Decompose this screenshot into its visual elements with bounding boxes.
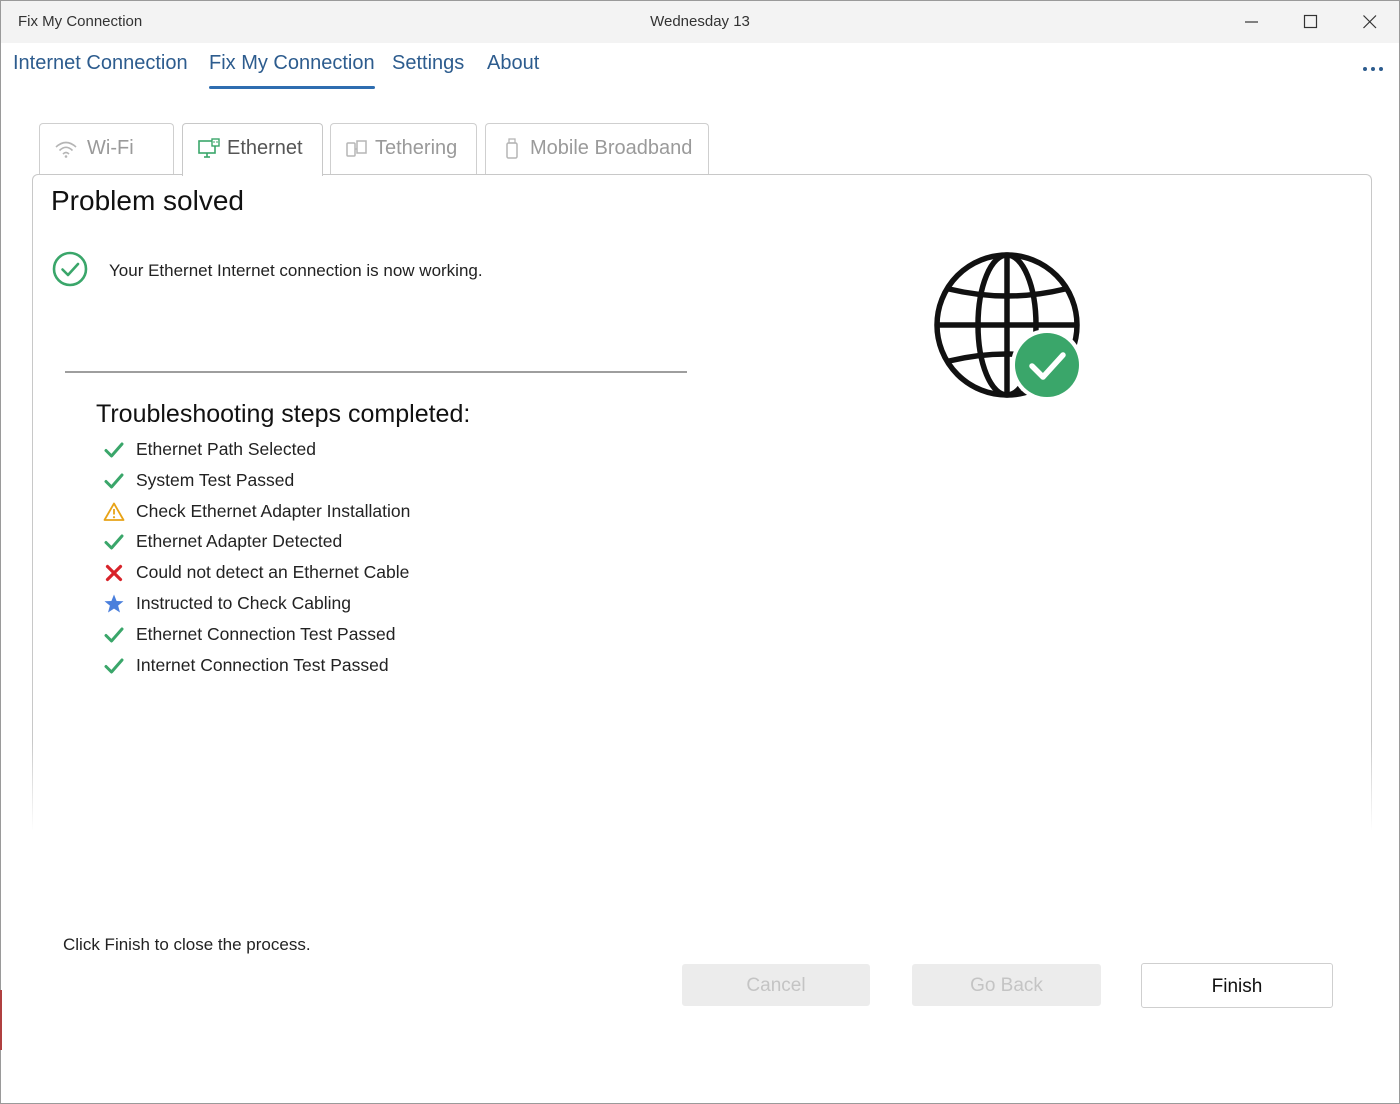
step-label: Ethernet Adapter Detected [136,531,343,552]
close-button[interactable] [1341,1,1399,43]
main-nav: Internet Connection Fix My Connection Se… [1,43,1399,103]
check-icon [104,658,124,674]
ethernet-icon [197,138,221,166]
finish-button[interactable]: Finish [1141,963,1333,1008]
step-label: Internet Connection Test Passed [136,654,389,675]
step-label: Check Ethernet Adapter Installation [136,500,411,521]
panel-title: Problem solved [51,185,244,216]
check-icon [104,627,124,643]
divider [65,371,687,373]
more-options-button[interactable] [1357,59,1393,79]
tab-tethering[interactable]: Tethering [330,123,477,175]
tab-label: Tethering [375,137,458,159]
step-label: System Test Passed [136,469,295,490]
close-icon [1363,15,1377,29]
check-icon [104,442,124,458]
step-label: Ethernet Connection Test Passed [136,623,396,644]
nav-fix-my-connection[interactable]: Fix My Connection [209,52,375,89]
tab-label: Ethernet [227,137,303,159]
go-back-button[interactable]: Go Back [912,964,1101,1006]
nav-settings[interactable]: Settings [392,52,464,75]
app-window: Fix My Connection Wednesday 13 Internet … [0,0,1400,1104]
maximize-button[interactable] [1282,1,1340,43]
nav-internet-connection[interactable]: Internet Connection [13,52,188,75]
more-dot [1371,67,1375,71]
success-check-icon [52,251,88,287]
window-center-title: Wednesday 13 [650,13,750,30]
mobile-broadband-icon [500,138,524,166]
minimize-button[interactable] [1223,1,1281,43]
status-message: Your Ethernet Internet connection is now… [109,261,483,280]
tab-mobile-broadband[interactable]: Mobile Broadband [485,123,709,175]
tab-ethernet[interactable]: Ethernet [182,123,323,176]
globe-connected-icon [934,252,1083,401]
check-icon [104,473,124,489]
panel-fade [29,741,1377,841]
wifi-icon [54,138,78,166]
maximize-icon [1303,14,1318,29]
step-label: Could not detect an Ethernet Cable [136,562,410,583]
check-icon [104,534,124,550]
window-edge [0,990,2,1050]
footer-instruction: Click Finish to close the process. [63,935,311,954]
troubleshoot-panel: Problem solved Your Ethernet Internet co… [32,174,1372,834]
tethering-icon [345,138,369,166]
step-label: Ethernet Path Selected [136,439,316,459]
more-dot [1379,67,1383,71]
step-label: Instructed to Check Cabling [136,592,351,613]
tab-wifi[interactable]: Wi-Fi [39,123,174,175]
more-horizontal-icon [1363,67,1367,71]
cancel-button[interactable]: Cancel [682,964,870,1006]
tab-label: Mobile Broadband [530,137,693,159]
star-icon [104,594,124,613]
steps-heading: Troubleshooting steps completed: [96,400,471,428]
minimize-icon [1245,21,1258,23]
warning-icon [103,502,125,521]
title-bar[interactable]: Fix My Connection Wednesday 13 [1,1,1399,43]
nav-about[interactable]: About [487,52,539,75]
tab-label: Wi-Fi [87,137,134,159]
error-x-icon [105,565,123,582]
